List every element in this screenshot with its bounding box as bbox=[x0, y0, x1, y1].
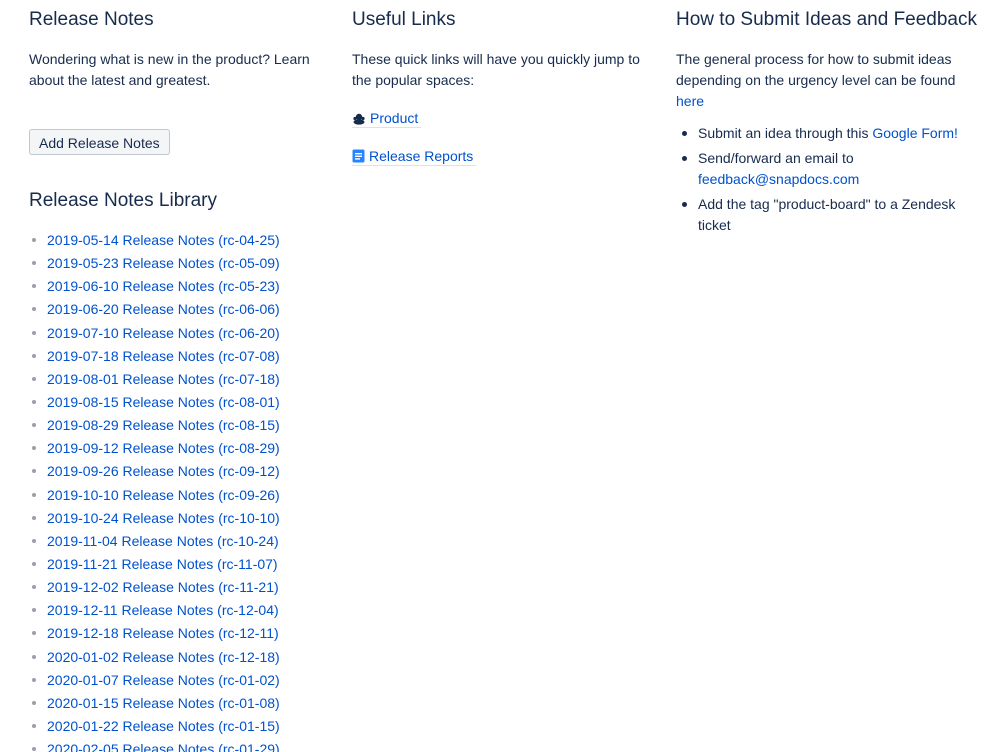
bullet-icon bbox=[32, 238, 36, 242]
bullet-icon bbox=[32, 307, 36, 312]
release-notes-link[interactable]: 2019-11-21 Release Notes (rc-11-07) bbox=[47, 556, 278, 572]
document-page-icon bbox=[352, 149, 365, 167]
feedback-item-text: Submit an idea through this bbox=[698, 125, 873, 141]
bullet-icon bbox=[682, 131, 687, 136]
bullet-icon bbox=[32, 330, 36, 335]
bullet-icon bbox=[32, 585, 36, 590]
release-notes-link[interactable]: 2019-06-10 Release Notes (rc-05-23) bbox=[47, 278, 280, 294]
release-notes-link[interactable]: 2019-07-18 Release Notes (rc-07-08) bbox=[47, 348, 280, 364]
release-notes-link[interactable]: 2019-08-15 Release Notes (rc-08-01) bbox=[47, 394, 280, 410]
release-notes-link[interactable]: 2019-06-20 Release Notes (rc-06-06) bbox=[47, 301, 280, 317]
useful-links-heading: Useful Links bbox=[352, 9, 456, 30]
release-notes-list-item: 2019-11-04 Release Notes (rc-10-24) bbox=[29, 530, 280, 553]
release-notes-list-item: 2020-01-07 Release Notes (rc-01-02) bbox=[29, 669, 280, 692]
release-notes-list-item: 2019-09-26 Release Notes (rc-09-12) bbox=[29, 460, 280, 483]
release-notes-link[interactable]: 2019-10-24 Release Notes (rc-10-10) bbox=[47, 510, 280, 526]
product-space-link[interactable]: Product bbox=[352, 109, 422, 129]
release-notes-heading: Release Notes bbox=[29, 9, 154, 30]
here-link[interactable]: here bbox=[676, 93, 704, 109]
release-notes-list-item: 2019-05-23 Release Notes (rc-05-09) bbox=[29, 252, 280, 275]
feedback-item-text: Send/forward an email to bbox=[698, 150, 854, 166]
release-notes-link[interactable]: 2020-01-02 Release Notes (rc-12-18) bbox=[47, 649, 280, 665]
bullet-icon bbox=[32, 469, 36, 474]
release-notes-list-item: 2019-12-02 Release Notes (rc-11-21) bbox=[29, 576, 280, 599]
release-notes-list-item: 2019-06-20 Release Notes (rc-06-06) bbox=[29, 298, 280, 321]
release-reports-label: Release Reports bbox=[369, 148, 474, 164]
bullet-icon bbox=[682, 156, 687, 161]
release-notes-list-item: 2019-10-10 Release Notes (rc-09-26) bbox=[29, 484, 280, 507]
release-notes-list-item: 2019-11-21 Release Notes (rc-11-07) bbox=[29, 553, 280, 576]
release-notes-link[interactable]: 2019-08-01 Release Notes (rc-07-18) bbox=[47, 371, 280, 387]
feedback-heading: How to Submit Ideas and Feedback bbox=[676, 9, 978, 30]
release-notes-link[interactable]: 2019-12-11 Release Notes (rc-12-04) bbox=[47, 602, 279, 618]
bullet-icon bbox=[32, 700, 36, 705]
release-notes-description: Wondering what is new in the product? Le… bbox=[29, 51, 310, 88]
feedback-item-google-form: Submit an idea through this Google Form! bbox=[676, 123, 966, 144]
release-notes-link[interactable]: 2019-09-26 Release Notes (rc-09-12) bbox=[47, 463, 280, 479]
release-notes-list-item: 2019-07-18 Release Notes (rc-07-08) bbox=[29, 345, 280, 368]
feedback-item-zendesk: Add the tag "product-board" to a Zendesk… bbox=[676, 194, 966, 236]
bullet-icon bbox=[32, 376, 36, 381]
release-notes-link[interactable]: 2019-10-10 Release Notes (rc-09-26) bbox=[47, 487, 280, 503]
product-space-label: Product bbox=[370, 110, 419, 126]
release-notes-list-item: 2019-09-12 Release Notes (rc-08-29) bbox=[29, 437, 280, 460]
bullet-icon bbox=[32, 677, 36, 682]
bullet-icon bbox=[32, 492, 36, 497]
release-notes-list-item: 2020-02-05 Release Notes (rc-01-29) bbox=[29, 738, 280, 752]
release-notes-link[interactable]: 2020-01-22 Release Notes (rc-01-15) bbox=[47, 718, 280, 734]
release-notes-list-item: 2019-05-14 Release Notes (rc-04-25) bbox=[29, 229, 280, 252]
release-notes-list-item: 2019-08-15 Release Notes (rc-08-01) bbox=[29, 391, 280, 414]
bullet-icon bbox=[32, 723, 36, 728]
release-notes-link[interactable]: 2020-01-07 Release Notes (rc-01-02) bbox=[47, 672, 280, 688]
add-release-notes-button[interactable]: Add Release Notes bbox=[29, 129, 170, 155]
feedback-item-text: Add the tag "product-board" to a Zendesk… bbox=[698, 196, 956, 233]
google-form-link[interactable]: Google Form! bbox=[872, 125, 958, 141]
bullet-icon bbox=[32, 538, 36, 543]
release-notes-list-item: 2020-01-15 Release Notes (rc-01-08) bbox=[29, 692, 280, 715]
release-notes-list-item: 2019-08-29 Release Notes (rc-08-15) bbox=[29, 414, 280, 437]
release-notes-list-item: 2020-01-22 Release Notes (rc-01-15) bbox=[29, 715, 280, 738]
feedback-description-text: The general process for how to submit id… bbox=[676, 51, 956, 88]
release-notes-link[interactable]: 2019-05-23 Release Notes (rc-05-09) bbox=[47, 255, 280, 271]
bullet-icon bbox=[32, 423, 36, 428]
release-reports-link[interactable]: Release Reports bbox=[352, 147, 477, 167]
bullet-icon bbox=[32, 353, 36, 358]
release-notes-link[interactable]: 2019-07-10 Release Notes (rc-06-20) bbox=[47, 325, 280, 341]
bullet-icon bbox=[32, 654, 36, 659]
feedback-email-link[interactable]: feedback@snapdocs.com bbox=[698, 171, 859, 187]
release-notes-list-item: 2019-07-10 Release Notes (rc-06-20) bbox=[29, 322, 280, 345]
product-space-icon bbox=[352, 111, 366, 129]
release-notes-list-item: 2019-12-18 Release Notes (rc-12-11) bbox=[29, 622, 280, 645]
release-notes-list-item: 2020-01-02 Release Notes (rc-12-18) bbox=[29, 646, 280, 669]
feedback-description: The general process for how to submit id… bbox=[676, 49, 956, 112]
release-notes-link[interactable]: 2019-12-18 Release Notes (rc-12-11) bbox=[47, 625, 279, 641]
release-notes-library-heading: Release Notes Library bbox=[29, 190, 217, 211]
feedback-item-email: Send/forward an email to feedback@snapdo… bbox=[676, 148, 966, 190]
bullet-icon bbox=[32, 261, 36, 266]
bullet-icon bbox=[32, 561, 36, 566]
release-notes-list-item: 2019-06-10 Release Notes (rc-05-23) bbox=[29, 275, 280, 298]
feedback-list: Submit an idea through this Google Form!… bbox=[676, 123, 966, 240]
release-notes-link[interactable]: 2020-02-05 Release Notes (rc-01-29) bbox=[47, 741, 280, 752]
release-notes-list-item: 2019-10-24 Release Notes (rc-10-10) bbox=[29, 507, 280, 530]
bullet-icon bbox=[32, 446, 36, 451]
release-notes-library-list: 2019-05-14 Release Notes (rc-04-25) 2019-… bbox=[29, 229, 280, 752]
bullet-icon bbox=[32, 515, 36, 520]
release-notes-link[interactable]: 2019-11-04 Release Notes (rc-10-24) bbox=[47, 533, 279, 549]
release-notes-link[interactable]: 2019-12-02 Release Notes (rc-11-21) bbox=[47, 579, 279, 595]
useful-links-description: These quick links will have you quickly … bbox=[352, 51, 640, 88]
bullet-icon bbox=[32, 747, 36, 752]
bullet-icon bbox=[32, 284, 36, 289]
release-notes-link[interactable]: 2019-08-29 Release Notes (rc-08-15) bbox=[47, 417, 280, 433]
release-notes-list-item: 2019-12-11 Release Notes (rc-12-04) bbox=[29, 599, 280, 622]
bullet-icon bbox=[32, 631, 36, 636]
release-notes-list-item: 2019-08-01 Release Notes (rc-07-18) bbox=[29, 368, 280, 391]
release-notes-link[interactable]: 2019-09-12 Release Notes (rc-08-29) bbox=[47, 440, 280, 456]
bullet-icon bbox=[32, 608, 36, 613]
release-notes-link[interactable]: 2019-05-14 Release Notes (rc-04-25) bbox=[47, 232, 280, 248]
bullet-icon bbox=[682, 202, 687, 207]
release-notes-link[interactable]: 2020-01-15 Release Notes (rc-01-08) bbox=[47, 695, 280, 711]
bullet-icon bbox=[32, 399, 36, 404]
